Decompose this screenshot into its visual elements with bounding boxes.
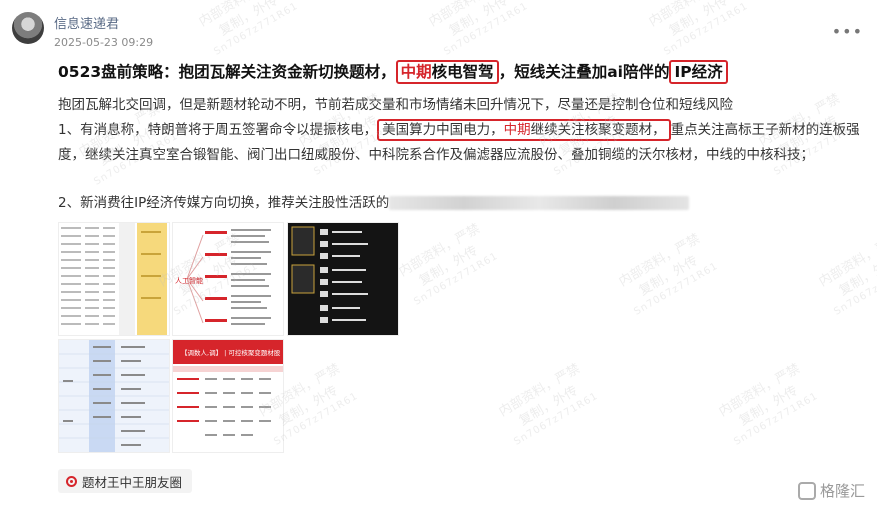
post-timestamp: 2025-05-23 09:29 bbox=[54, 36, 154, 49]
author-avatar[interactable] bbox=[12, 12, 44, 44]
post-title: 0523盘前策略：抱团瓦解关注资金新切换题材， 中期核电智驾 ，短线关注叠加ai陪伴… bbox=[58, 60, 728, 84]
brand-watermark: 格隆汇 bbox=[797, 480, 865, 501]
thumb4-graphic bbox=[59, 340, 169, 452]
thumb2-side-label: 人工智能 bbox=[175, 276, 203, 285]
topic-tag-label: 题材王中王朋友圈 bbox=[82, 474, 183, 490]
image-thumbnail-5[interactable]: 【调数人,调】 | 可控核聚变题材股 bbox=[172, 339, 284, 453]
author-name[interactable]: 信息速递君 bbox=[54, 13, 119, 32]
thumb5-graphic: 【调数人,调】 | 可控核聚变题材股 bbox=[173, 340, 283, 436]
para2-highlight: 美国算力中国电力，中期继续关注核聚变题材， bbox=[377, 119, 671, 141]
image-thumbnail-4[interactable] bbox=[58, 339, 170, 453]
topic-tag[interactable]: 题材王中王朋友圈 bbox=[58, 469, 193, 493]
watermark-text: 内部资料，严禁 复制，外传 Sn7067z771R61 bbox=[646, 0, 751, 58]
para2-hl-b: 继续关注核聚变题材， bbox=[530, 122, 666, 138]
title-hl1-rest: 核电智驾 bbox=[431, 63, 494, 81]
topic-icon bbox=[66, 475, 77, 487]
watermark-text: 内部资料，严禁 复制，外传 Sn7067z771R61 bbox=[496, 361, 601, 448]
para2-hl-red: 中期 bbox=[503, 122, 531, 138]
more-options-icon[interactable]: ••• bbox=[832, 22, 863, 41]
para3-text: 2、新消费往IP经济传媒方向切换，推荐关注股性活跃的 bbox=[58, 195, 390, 211]
watermark-text: 内部资料，严禁 复制，外传 Sn7067z771R61 bbox=[816, 231, 877, 318]
watermark-text: 内部资料，严禁 复制，外传 Sn7067z771R61 bbox=[396, 221, 501, 308]
gelonghui-logo-icon bbox=[797, 481, 816, 500]
thumb2-graphic: 人工智能 bbox=[175, 229, 271, 325]
thumb3-graphic bbox=[291, 226, 368, 323]
title-hl1-red: 中期 bbox=[400, 63, 432, 81]
post-paragraph-3: 2、新消费往IP经济传媒方向切换，推荐关注股性活跃的 bbox=[58, 191, 868, 216]
post-paragraph-1: 抱团瓦解北交回调，但是新题材轮动不明，节前若成交量和市场情绪未回升情况下，尽量还… bbox=[58, 97, 733, 113]
title-part2: ，短线关注叠加ai陪伴的 bbox=[498, 63, 670, 81]
title-highlight-1: 中期核电智驾 bbox=[395, 60, 499, 84]
para2-lead: 1、有消息称，特朗普将于周五签署命令以提振核电， bbox=[58, 122, 378, 138]
title-highlight-2: IP经济 bbox=[669, 60, 728, 84]
thumb1-graphic bbox=[61, 223, 167, 335]
watermark-text: 内部资料，严禁 复制，外传 Sn7067z771R61 bbox=[716, 361, 821, 448]
post-paragraph-2: 1、有消息称，特朗普将于周五签署命令以提振核电， 美国算力中国电力，中期继续关注核… bbox=[58, 118, 868, 168]
thumb5-header-text: 【调数人,调】 | 可控核聚变题材股 bbox=[181, 348, 281, 357]
watermark-text: 内部资料，严禁 复制，外传 Sn7067z771R61 bbox=[426, 0, 531, 58]
image-thumbnail-2[interactable]: 人工智能 bbox=[172, 222, 284, 336]
watermark-text: 内部资料，严禁 复制，外传 Sn7067z771R61 bbox=[616, 231, 721, 318]
title-part1: 0523盘前策略：抱团瓦解关注资金新切换题材， bbox=[58, 63, 396, 81]
image-thumbnail-3[interactable] bbox=[287, 222, 399, 336]
para2-hl-a: 美国算力中国电力， bbox=[382, 122, 504, 138]
brand-label: 格隆汇 bbox=[819, 482, 865, 500]
watermark-text: 内部资料，严禁 复制，外传 Sn7067z771R61 bbox=[196, 0, 301, 58]
image-thumbnail-1[interactable] bbox=[58, 222, 170, 336]
blurred-stock-names bbox=[389, 196, 690, 210]
